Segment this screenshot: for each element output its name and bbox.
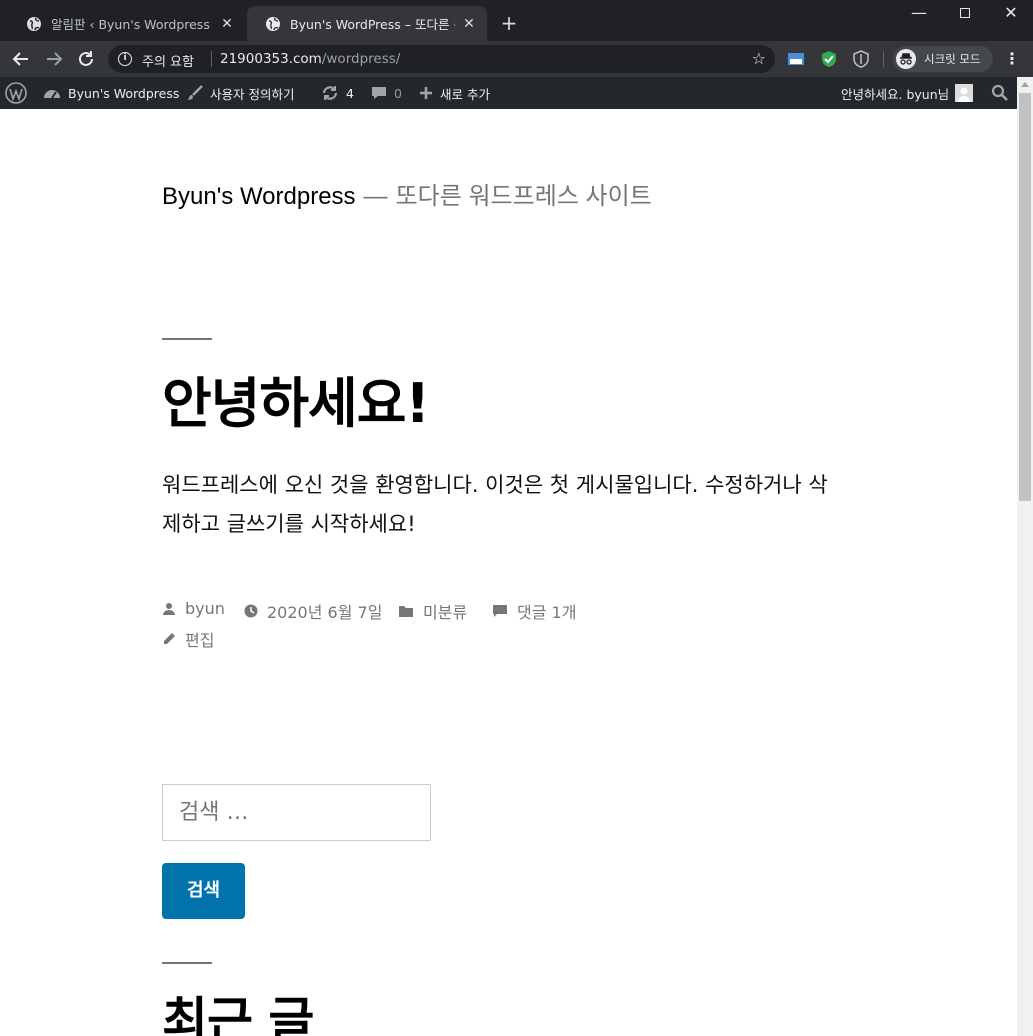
- url-text[interactable]: 21900353.com/wordpress/: [220, 51, 400, 67]
- browser-tab-dashboard[interactable]: 알림판 ‹ Byun's Wordpress — 워드프레스 ✕: [8, 6, 245, 41]
- post-divider: [162, 338, 212, 340]
- dashboard-icon: [44, 90, 60, 99]
- post-edit-link[interactable]: 편집: [162, 627, 214, 651]
- site-header: Byun's Wordpress — 또다른 워드프레스 사이트: [162, 176, 652, 211]
- url-host: 21900353.com: [220, 51, 322, 67]
- admin-bar-customize[interactable]: 사용자 정의하기: [186, 77, 294, 109]
- title-separator: —: [363, 183, 388, 210]
- comments-text: 댓글 1개: [517, 603, 577, 622]
- browser-toolbar: i 주의 요함 21900353.com/wordpress/ ☆ 시크릿 모드…: [0, 41, 1033, 77]
- wordpress-logo-icon[interactable]: [5, 77, 33, 109]
- post-content: 워드프레스에 오신 것을 환영합니다. 이것은 첫 게시물입니다. 수정하거나 …: [162, 473, 828, 536]
- tab-title: Byun's WordPress – 또다른 워드프레스 사이트: [290, 17, 455, 32]
- browser-tab-site[interactable]: Byun's WordPress – 또다른 워드프레스 사이트 ✕: [247, 6, 487, 41]
- toolbar-divider: [883, 51, 884, 67]
- url-path: /wordpress/: [321, 51, 401, 67]
- updates-count: 4: [346, 85, 354, 101]
- arrow-right-icon: [47, 52, 63, 66]
- scroll-up-icon[interactable]: [1021, 82, 1029, 87]
- pencil-icon: [164, 633, 175, 644]
- post-category[interactable]: 미분류: [398, 599, 467, 623]
- admin-bar-account[interactable]: 안녕하세요. byun님: [841, 77, 974, 109]
- scrollbar-thumb[interactable]: [1019, 93, 1031, 501]
- site-description: 또다른 워드프레스 사이트: [395, 183, 652, 210]
- post-comments[interactable]: 댓글 1개: [492, 599, 576, 623]
- post-title[interactable]: 안녕하세요!: [162, 359, 430, 438]
- avatar: [955, 84, 974, 102]
- incognito-label: 시크릿 모드: [924, 52, 981, 66]
- shield-icon[interactable]: [852, 50, 870, 68]
- post-date[interactable]: 2020년 6월 7일: [244, 599, 382, 623]
- site-title-link[interactable]: Byun's Wordpress: [162, 183, 356, 210]
- admin-bar-new-content[interactable]: 새로 추가: [418, 77, 490, 109]
- info-icon[interactable]: i: [118, 52, 132, 66]
- extension-icon[interactable]: [787, 50, 805, 68]
- admin-bar-comments[interactable]: 0: [370, 77, 402, 109]
- close-icon[interactable]: ✕: [461, 16, 477, 32]
- comment-icon: [372, 87, 386, 99]
- browser-tab-strip: 알림판 ‹ Byun's Wordpress — 워드프레스 ✕ Byun's …: [0, 0, 1033, 41]
- admin-bar-new-label: 새로 추가: [440, 86, 490, 102]
- incognito-badge[interactable]: 시크릿 모드: [893, 46, 993, 72]
- new-tab-button[interactable]: +: [499, 13, 519, 33]
- plus-icon: [420, 87, 432, 99]
- search-input[interactable]: 검색 …: [162, 784, 431, 841]
- author-name: byun: [185, 599, 225, 618]
- security-label[interactable]: 주의 요함: [142, 51, 194, 70]
- minimize-button[interactable]: —: [896, 0, 942, 28]
- forward-button[interactable]: [43, 48, 65, 70]
- tab-title: 알림판 ‹ Byun's Wordpress — 워드프레스: [51, 17, 213, 32]
- recent-posts-heading: 최근 글: [162, 992, 314, 1036]
- page-content: Byun's Wordpress — 또다른 워드프레스 사이트 안녕하세요! 워드…: [0, 109, 1017, 1036]
- folder-icon: [399, 606, 413, 617]
- date-text: 2020년 6월 7일: [267, 603, 383, 622]
- post-author[interactable]: byun: [162, 599, 225, 618]
- more-menu-icon[interactable]: ⋮: [1004, 49, 1020, 69]
- person-icon: [163, 602, 175, 615]
- divider: [211, 51, 212, 67]
- window-close-button[interactable]: ✕: [988, 0, 1033, 28]
- admin-bar-customize-label: 사용자 정의하기: [210, 86, 295, 102]
- reload-button[interactable]: [75, 48, 97, 70]
- howdy-text: 안녕하세요. byun님: [841, 86, 950, 102]
- admin-bar-updates[interactable]: 4: [320, 77, 354, 109]
- close-icon[interactable]: ✕: [219, 16, 235, 32]
- address-bar[interactable]: i 주의 요함 21900353.com/wordpress/ ☆: [108, 45, 775, 73]
- arrow-left-icon: [12, 52, 28, 66]
- globe-icon: [266, 16, 280, 31]
- search-button[interactable]: 검색: [162, 863, 245, 919]
- maximize-button[interactable]: [942, 0, 988, 28]
- admin-bar-search-icon[interactable]: [991, 77, 1015, 109]
- comment-icon: [493, 605, 507, 617]
- bookmark-star-icon[interactable]: ☆: [752, 49, 766, 68]
- category-text: 미분류: [423, 603, 468, 622]
- wp-admin-bar: Byun's Wordpress 사용자 정의하기 4 0 새로 추가 안녕하세…: [0, 77, 1033, 109]
- brush-icon: [187, 85, 203, 100]
- admin-bar-site-link[interactable]: Byun's Wordpress: [42, 77, 179, 109]
- reload-icon: [79, 51, 93, 66]
- edit-text: 편집: [185, 631, 215, 650]
- page-scrollbar[interactable]: [1017, 77, 1033, 1036]
- updates-icon: [322, 86, 338, 100]
- shield-check-icon[interactable]: [820, 50, 838, 68]
- comments-count: 0: [394, 85, 402, 101]
- clock-icon: [244, 604, 258, 618]
- globe-icon: [27, 16, 41, 31]
- incognito-icon: [896, 49, 916, 69]
- maximize-icon: [960, 8, 970, 18]
- back-button[interactable]: [10, 48, 32, 70]
- widget-divider: [162, 962, 212, 964]
- admin-bar-site-name: Byun's Wordpress: [68, 85, 180, 101]
